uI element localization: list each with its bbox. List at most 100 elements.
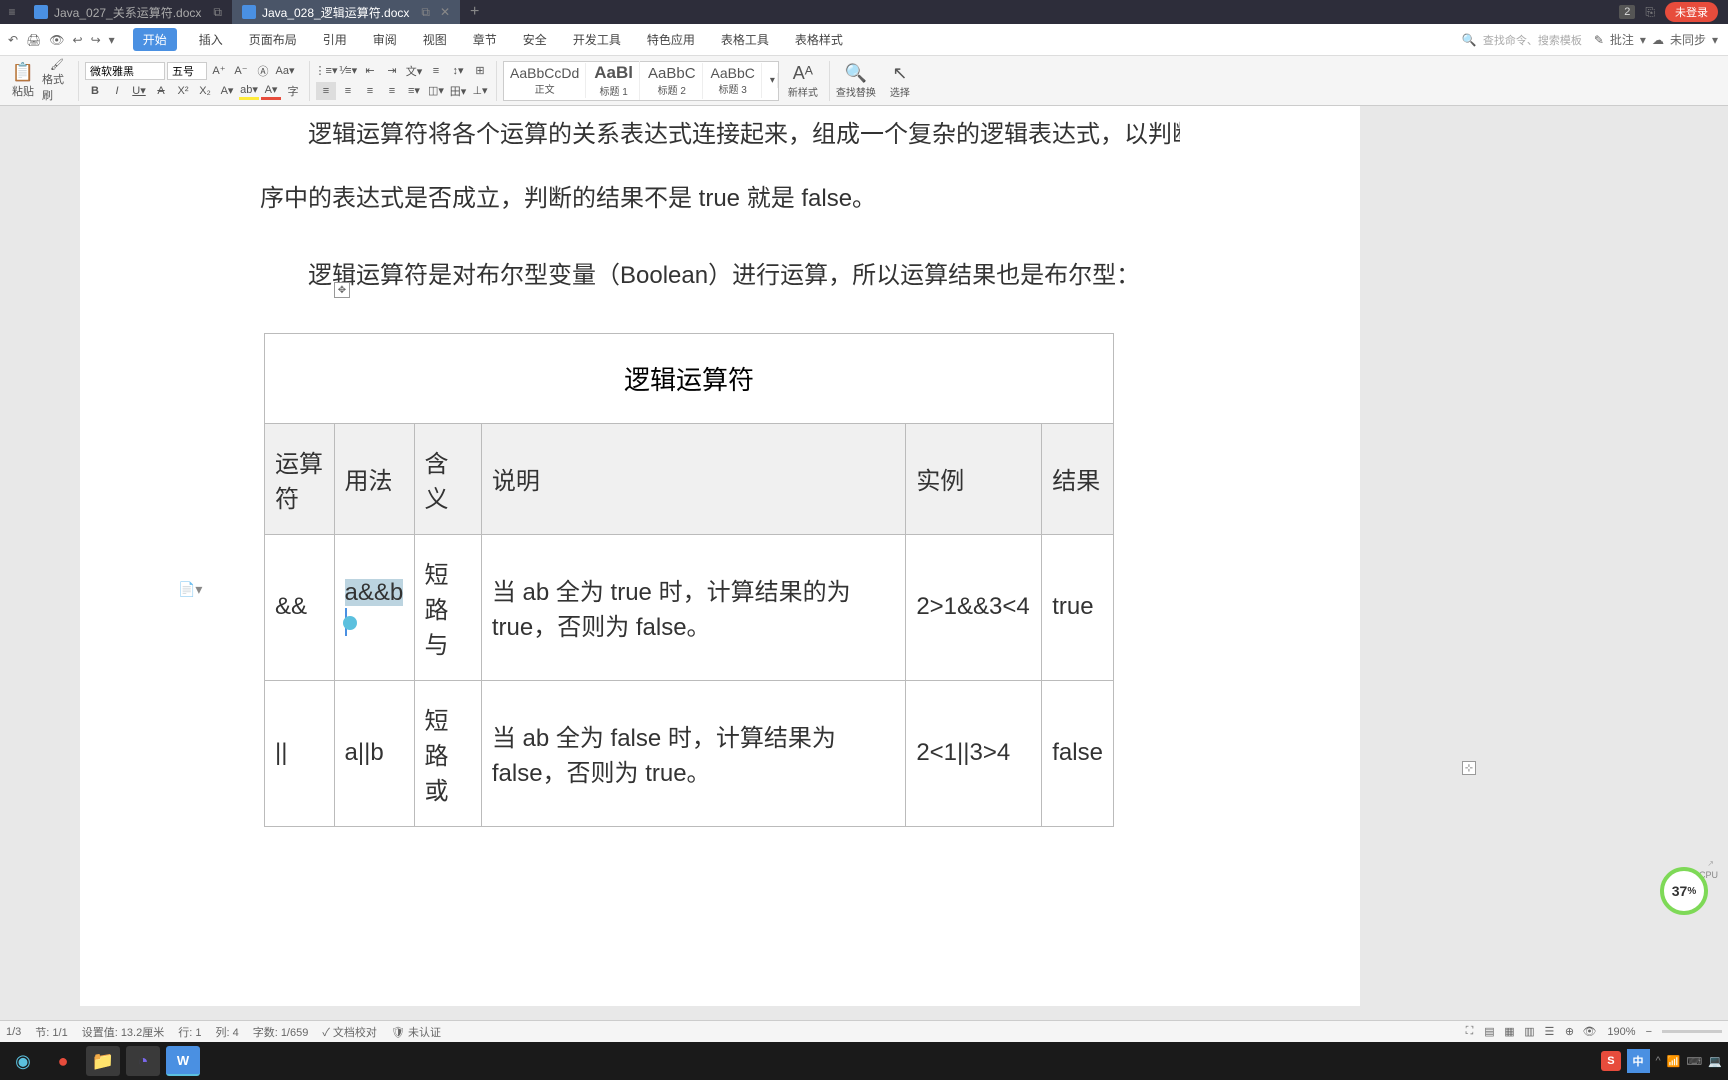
style-heading1[interactable]: AaBl 标题 1 bbox=[588, 61, 640, 100]
tab-active[interactable]: Java_028_逻辑运算符.docx ⧉ ✕ bbox=[232, 0, 460, 24]
menu-security[interactable]: 安全 bbox=[519, 29, 551, 50]
search-icon[interactable]: 🔍 bbox=[1462, 33, 1477, 47]
ime-language[interactable]: 中 bbox=[1627, 1049, 1650, 1073]
status-cert[interactable]: 🛡 未认证 bbox=[391, 1024, 441, 1040]
weblayout-icon[interactable]: ▥ bbox=[1521, 1024, 1537, 1040]
tab-inactive[interactable]: Java_027_关系运算符.docx ⧉ bbox=[24, 0, 232, 24]
decrease-indent-icon[interactable]: ⇤ bbox=[360, 62, 380, 80]
zoom-slider[interactable] bbox=[1662, 1030, 1722, 1033]
menu-devtools[interactable]: 开发工具 bbox=[569, 29, 625, 50]
undo-history-icon[interactable]: ↶ bbox=[8, 33, 18, 47]
printlayout-icon[interactable]: ▦ bbox=[1501, 1024, 1517, 1040]
tab-duplicate-icon[interactable]: ⧉ bbox=[421, 5, 430, 20]
grow-font-icon[interactable]: A⁺ bbox=[209, 62, 229, 80]
borders-icon[interactable]: 田▾ bbox=[448, 82, 468, 100]
style-gallery[interactable]: AaBbCcDd 正文 AaBl 标题 1 AaBbC 标题 2 AaBbC 标… bbox=[503, 61, 779, 101]
font-color-button[interactable]: A▾ bbox=[261, 82, 281, 100]
sync-icon[interactable]: ☁ bbox=[1652, 33, 1664, 47]
menu-pagelayout[interactable]: 页面布局 bbox=[245, 29, 301, 50]
notification-badge[interactable]: 2 bbox=[1619, 5, 1635, 19]
undo-icon[interactable]: ↩ bbox=[73, 33, 83, 47]
tab-duplicate-icon[interactable]: ⧉ bbox=[213, 5, 222, 20]
annotate-icon[interactable]: ✎ bbox=[1594, 33, 1604, 47]
cpu-monitor-widget[interactable]: 37% bbox=[1660, 867, 1708, 915]
tray-volume-icon[interactable]: 📶 bbox=[1667, 1055, 1681, 1068]
tray-network-icon[interactable]: 💻 bbox=[1708, 1055, 1722, 1068]
paste-button[interactable]: 📋 粘贴 bbox=[8, 62, 38, 99]
eye-icon[interactable]: 👁 bbox=[1581, 1024, 1597, 1040]
numbered-list-icon[interactable]: ⅟≡▾ bbox=[338, 62, 358, 80]
menu-special[interactable]: 特色应用 bbox=[643, 29, 699, 50]
print-preview-icon[interactable]: 👁 bbox=[49, 33, 64, 47]
login-button[interactable]: 未登录 bbox=[1665, 2, 1718, 22]
superscript-button[interactable]: X² bbox=[173, 82, 193, 100]
fullscreen-icon[interactable]: ⛶ bbox=[1461, 1024, 1477, 1040]
increase-indent-icon[interactable]: ⇥ bbox=[382, 62, 402, 80]
app-menu-icon[interactable]: ≡ bbox=[0, 5, 24, 19]
align-center-icon[interactable]: ≡ bbox=[338, 82, 358, 100]
shading-icon[interactable]: ◫▾ bbox=[426, 82, 446, 100]
redo-icon[interactable]: ↪ bbox=[91, 33, 101, 47]
shrink-font-icon[interactable]: A⁻ bbox=[231, 62, 251, 80]
print-icon[interactable]: 🖨 bbox=[26, 33, 41, 47]
record-app-icon[interactable]: ● bbox=[46, 1046, 80, 1076]
menu-tablestyle[interactable]: 表格样式 bbox=[791, 29, 847, 50]
dropdown-icon[interactable]: ▾ bbox=[109, 33, 115, 47]
highlight-color-button[interactable]: ab▾ bbox=[239, 82, 259, 100]
tab-settings-icon[interactable]: ⊥▾ bbox=[470, 82, 490, 100]
menu-references[interactable]: 引用 bbox=[319, 29, 351, 50]
document-canvas[interactable]: 逻辑运算符将各个运算的关系表达式连接起来，组成一个复杂的逻辑表达式，以判断程 序… bbox=[0, 106, 1728, 1052]
zoom-out-button[interactable]: − bbox=[1646, 1026, 1652, 1038]
find-replace-button[interactable]: 🔍 查找替换 bbox=[836, 63, 876, 99]
status-page[interactable]: 1/3 bbox=[6, 1026, 21, 1038]
wps-app-icon[interactable]: W bbox=[166, 1046, 200, 1076]
italic-button[interactable]: I bbox=[107, 82, 127, 100]
phonetic-guide-icon[interactable]: 字 bbox=[283, 82, 303, 100]
style-normal[interactable]: AaBbCcDd 正文 bbox=[504, 63, 586, 98]
align-left-icon[interactable]: ≡ bbox=[316, 82, 336, 100]
style-gallery-expand[interactable]: ▾ bbox=[764, 73, 778, 88]
new-style-button[interactable]: Aᴬ 新样式 bbox=[783, 63, 823, 99]
text-direction-icon[interactable]: 文▾ bbox=[404, 62, 424, 80]
align-right-icon[interactable]: ≡ bbox=[360, 82, 380, 100]
distribute-icon[interactable]: ≡▾ bbox=[404, 82, 424, 100]
menu-view[interactable]: 视图 bbox=[419, 29, 451, 50]
font-name-select[interactable] bbox=[85, 62, 165, 80]
style-heading3[interactable]: AaBbC 标题 3 bbox=[705, 63, 762, 98]
menu-home[interactable]: 开始 bbox=[133, 28, 177, 51]
strike-button[interactable]: A bbox=[151, 82, 171, 100]
change-case-icon[interactable]: Aa▾ bbox=[275, 62, 295, 80]
table-resize-handle[interactable]: ⊹ bbox=[1462, 761, 1476, 775]
ime-badge[interactable]: S bbox=[1601, 1051, 1620, 1071]
clear-format-icon[interactable]: Ⓐ bbox=[253, 62, 273, 80]
menu-insert[interactable]: 插入 bbox=[195, 29, 227, 50]
menu-tabletools[interactable]: 表格工具 bbox=[717, 29, 773, 50]
tray-keyboard-icon[interactable]: ⌨ bbox=[1686, 1055, 1702, 1068]
font-size-select[interactable] bbox=[167, 62, 207, 80]
menu-sections[interactable]: 章节 bbox=[469, 29, 501, 50]
readmode-icon[interactable]: ▤ bbox=[1481, 1024, 1497, 1040]
select-button[interactable]: ↖ 选择 bbox=[880, 63, 920, 99]
format-brush-button[interactable]: 🖌 格式刷 bbox=[42, 58, 72, 103]
align-distribute-icon[interactable]: ≡ bbox=[426, 62, 446, 80]
outline-icon[interactable]: ☰ bbox=[1541, 1024, 1557, 1040]
eclipse-icon[interactable]: ◔ bbox=[126, 1046, 160, 1076]
table-move-handle[interactable]: ✥ bbox=[334, 282, 350, 298]
status-proof[interactable]: ✓ 文档校对 bbox=[322, 1024, 377, 1040]
globe-icon[interactable]: ⊕ bbox=[1561, 1024, 1577, 1040]
underline-button[interactable]: U▾ bbox=[129, 82, 149, 100]
subscript-button[interactable]: X₂ bbox=[195, 82, 215, 100]
bold-button[interactable]: B bbox=[85, 82, 105, 100]
tab-close-icon[interactable]: ✕ bbox=[440, 5, 450, 19]
gift-icon[interactable]: ⎘ bbox=[1645, 5, 1655, 20]
search-placeholder[interactable]: 查找命令、搜索模板 bbox=[1483, 32, 1582, 48]
paragraph-tools-icon[interactable]: ⊞ bbox=[470, 62, 490, 80]
file-manager-icon[interactable]: 📁 bbox=[86, 1046, 120, 1076]
menu-review[interactable]: 审阅 bbox=[369, 29, 401, 50]
text-effects-icon[interactable]: A▾ bbox=[217, 82, 237, 100]
zoom-value[interactable]: 190% bbox=[1607, 1026, 1635, 1038]
align-justify-icon[interactable]: ≡ bbox=[382, 82, 402, 100]
start-button[interactable]: ◉ bbox=[6, 1046, 40, 1076]
bullet-list-icon[interactable]: ⋮≡▾ bbox=[316, 62, 336, 80]
line-spacing-icon[interactable]: ↕▾ bbox=[448, 62, 468, 80]
